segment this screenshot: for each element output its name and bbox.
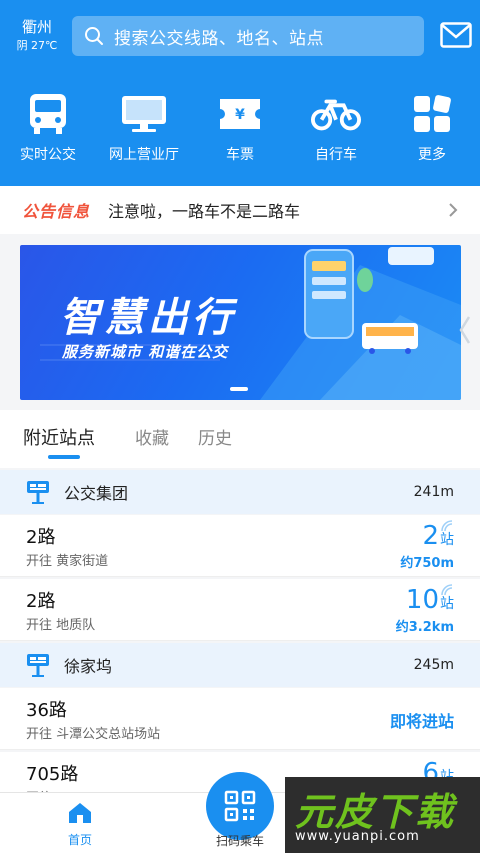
notice-tag: 公告信息 [22, 202, 91, 221]
chevron-left-icon[interactable] [458, 315, 472, 345]
tab-nearby[interactable]: 附近站点 [23, 424, 95, 450]
qr-code-icon [224, 790, 256, 822]
city-name: 衢州 [21, 18, 52, 36]
stops-away: 2 站 [422, 523, 454, 549]
shortcut-label: 自行车 [315, 147, 357, 163]
svg-text:¥: ¥ [235, 107, 245, 123]
stop-tabs: 附近站点 收藏 历史 [0, 410, 480, 468]
route-row[interactable]: 2路 开往 黄家街道 2 站 约750m [0, 515, 480, 577]
shortcut-label: 网上营业厅 [109, 147, 179, 163]
route-destination: 开往 地质队 [26, 618, 96, 633]
route-name: 2路 [26, 591, 56, 612]
scan-ride-button[interactable] [206, 772, 274, 840]
promo-banner[interactable]: 智慧出行 服务新城市 和谐在公交 [20, 245, 461, 400]
bus-stop-icon [27, 481, 49, 504]
route-destination: 开往 黄家街道 [26, 554, 109, 569]
bicycle-icon [311, 99, 361, 131]
nav-home[interactable]: 首页 [55, 801, 105, 848]
weather-text: 阴 27℃ [16, 39, 58, 52]
search-placeholder: 搜索公交线路、地名、站点 [114, 28, 324, 49]
bus-stop-icon [27, 654, 49, 677]
shortcut-label: 实时公交 [20, 147, 76, 163]
arrival-status: 即将进站 [389, 712, 454, 731]
chevron-right-icon [449, 203, 458, 217]
route-name: 705路 [26, 764, 79, 785]
approx-distance: 约750m [400, 556, 454, 571]
route-name: 36路 [26, 700, 67, 721]
tab-favorites[interactable]: 收藏 [135, 424, 169, 449]
stop-distance: 245m [413, 657, 454, 673]
app-screen: 衢州 阴 27℃ 搜索公交线路、地名、站点 实时公交 网上营业厅 ¥ 车票 自行… [0, 0, 480, 853]
home-icon [69, 803, 91, 823]
banner-title: 智慧出行 [60, 295, 236, 341]
scan-ride-label: 扫码乘车 [215, 834, 264, 848]
banner-indicator [230, 387, 248, 391]
banner-subtitle: 服务新城市 和谐在公交 [62, 343, 229, 361]
stops-count: 10 [405, 585, 439, 615]
shortcut-label: 车票 [226, 147, 254, 163]
shortcut-online-hall[interactable]: 网上营业厅 [96, 92, 192, 164]
stop-name: 公交集团 [64, 484, 129, 503]
search-icon [85, 27, 103, 45]
shortcut-label: 更多 [418, 147, 446, 163]
route-row[interactable]: 2路 开往 地质队 10 站 约3.2km [0, 579, 480, 641]
shortcut-ticket[interactable]: ¥ 车票 [192, 92, 288, 164]
nav-home-label: 首页 [67, 833, 92, 847]
ticket-icon: ¥ [220, 99, 260, 129]
stop-group-header[interactable]: 公交集团 241m [0, 470, 480, 514]
watermark-logo: 元皮下载 www.yuanpi.com [285, 777, 480, 853]
shortcut-more[interactable]: 更多 [384, 92, 480, 164]
watermark-brand: 元皮下载 [295, 790, 456, 834]
bus-icon [30, 94, 66, 134]
search-input[interactable]: 搜索公交线路、地名、站点 [72, 16, 424, 56]
route-destination: 开往 斗潭公交总站场站 [26, 727, 161, 742]
stops-unit: 站 [440, 532, 454, 548]
shortcut-realtime-bus[interactable]: 实时公交 [0, 92, 96, 164]
header: 衢州 阴 27℃ 搜索公交线路、地名、站点 实时公交 网上营业厅 ¥ 车票 自行… [0, 0, 480, 186]
stop-distance: 241m [413, 484, 454, 500]
approx-distance: 约3.2km [395, 620, 454, 635]
notice-bar[interactable]: 公告信息 注意啦，一路车不是二路车 [0, 186, 480, 234]
shortcut-bar: 实时公交 网上营业厅 ¥ 车票 自行车 更多 [0, 92, 480, 164]
route-name: 2路 [26, 527, 56, 548]
mail-icon[interactable] [440, 22, 472, 48]
monitor-icon [122, 96, 166, 132]
shortcut-bicycle[interactable]: 自行车 [288, 92, 384, 164]
stops-unit: 站 [440, 596, 454, 612]
more-grid-icon [414, 95, 451, 132]
stop-name: 徐家坞 [64, 657, 113, 676]
stops-away: 10 站 [406, 587, 454, 613]
stops-count: 2 [422, 521, 439, 551]
tab-indicator [48, 455, 80, 459]
city-weather[interactable]: 衢州 阴 27℃ [12, 18, 62, 54]
stop-group-header[interactable]: 徐家坞 245m [0, 643, 480, 687]
route-row[interactable]: 36路 开往 斗潭公交总站场站 即将进站 [0, 688, 480, 750]
tab-history[interactable]: 历史 [198, 424, 232, 449]
notice-text: 注意啦，一路车不是二路车 [108, 202, 301, 221]
watermark-url: www.yuanpi.com [295, 829, 420, 844]
